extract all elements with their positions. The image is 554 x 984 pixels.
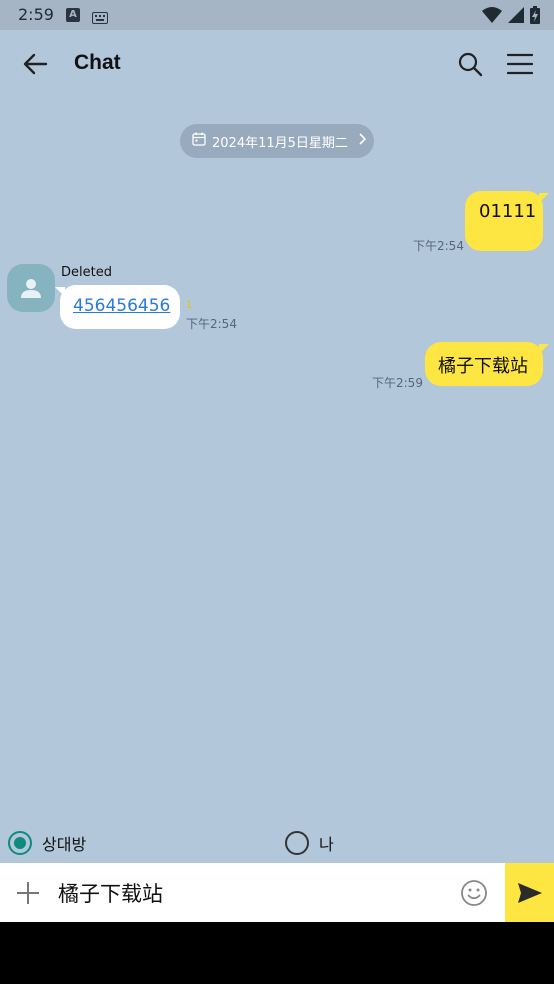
message-text: 橘子下载站 [438, 356, 528, 377]
status-time: 2:59 [18, 5, 54, 24]
radio-label: 나 [319, 835, 334, 854]
radio-me[interactable]: 나 [285, 831, 334, 855]
status-bar: 2:59 A [0, 0, 554, 30]
message-time: 下午2:54 [413, 239, 464, 253]
search-icon[interactable] [457, 51, 483, 77]
back-arrow-icon[interactable] [22, 52, 50, 76]
plus-icon[interactable] [16, 881, 40, 905]
message-text: 01111 [479, 201, 537, 222]
menu-icon[interactable] [506, 53, 534, 75]
radio-unselected-icon[interactable] [285, 831, 309, 855]
battery-charging-icon [530, 6, 540, 28]
emoji-icon[interactable] [460, 879, 488, 907]
date-label: 2024年11月5日星期二 [212, 135, 348, 151]
message-time: 下午2:54 [186, 317, 237, 331]
incoming-message-bubble[interactable]: 456456456 [55, 285, 180, 329]
outgoing-message-bubble[interactable]: 橘子下载站 [425, 342, 549, 386]
keyboard-icon [92, 9, 108, 28]
radio-opponent[interactable]: 상대방 [8, 831, 86, 855]
message-time: 下午2:59 [372, 376, 423, 390]
chevron-right-icon [358, 133, 367, 149]
message-link[interactable]: 456456456 [73, 296, 170, 316]
message-composer [0, 863, 554, 922]
chat-screen: Chat 2024年11月5日星期二 01111 下午2:54 Deleted … [0, 30, 554, 922]
signal-icon [508, 7, 524, 27]
sender-name: Deleted [61, 265, 112, 280]
avatar[interactable] [7, 264, 55, 312]
radio-selected-icon[interactable] [8, 831, 32, 855]
system-navigation-bar [0, 922, 554, 984]
person-icon [21, 279, 41, 298]
send-button[interactable] [505, 863, 554, 922]
outgoing-message-bubble[interactable]: 01111 [465, 191, 549, 251]
send-icon [517, 882, 542, 903]
a-badge-icon: A [66, 8, 80, 22]
calendar-icon [192, 132, 206, 150]
radio-label: 상대방 [42, 835, 87, 854]
app-bar: Chat [0, 30, 554, 98]
message-input[interactable] [58, 863, 448, 922]
unread-count: 1 [186, 300, 193, 311]
page-title: Chat [74, 51, 121, 74]
speaker-selector: 상대방 나 [0, 828, 554, 862]
date-divider[interactable]: 2024年11月5日星期二 [180, 124, 374, 158]
wifi-icon [482, 7, 502, 27]
